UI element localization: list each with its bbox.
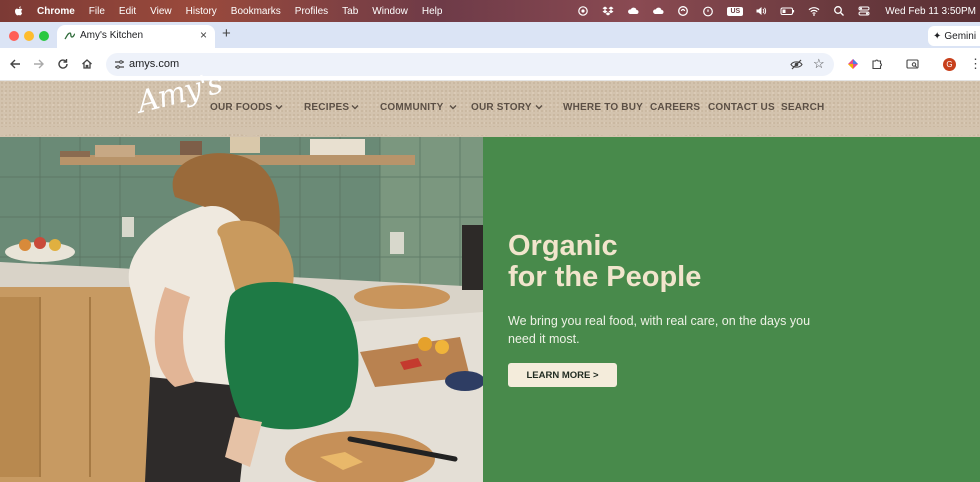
battery-icon[interactable] bbox=[780, 5, 795, 17]
volume-icon[interactable] bbox=[755, 5, 767, 17]
close-window-button[interactable] bbox=[9, 31, 19, 41]
hero-headline: Organic for the People bbox=[508, 231, 701, 293]
control-center-icon[interactable] bbox=[858, 5, 870, 17]
menu-bookmarks[interactable]: Bookmarks bbox=[231, 6, 281, 17]
nav-community[interactable]: COMMUNITY bbox=[380, 102, 443, 113]
forward-arrow-icon[interactable] bbox=[33, 58, 45, 70]
apple-icon[interactable] bbox=[13, 5, 25, 17]
cloud-icon[interactable] bbox=[627, 5, 639, 17]
nav-our-story[interactable]: OUR STORY bbox=[471, 102, 532, 113]
wifi-icon[interactable] bbox=[808, 5, 820, 17]
menu-history[interactable]: History bbox=[186, 6, 217, 17]
openai-icon[interactable] bbox=[577, 5, 589, 17]
menu-bar: Chrome File Edit View History Bookmarks … bbox=[0, 0, 980, 22]
menu-view[interactable]: View bbox=[150, 6, 172, 17]
new-tab-icon[interactable]: + bbox=[222, 25, 231, 42]
cloud-alt-icon[interactable] bbox=[652, 5, 664, 17]
menu-app-chrome[interactable]: Chrome bbox=[37, 6, 75, 17]
extensions-puzzle-icon[interactable] bbox=[871, 58, 883, 70]
menu-window[interactable]: Window bbox=[372, 6, 408, 17]
color-extension-icon[interactable] bbox=[847, 58, 859, 70]
bookmark-star-icon[interactable]: ☆ bbox=[813, 56, 825, 72]
gemini-label: Gemini bbox=[944, 30, 977, 42]
tracking-protection-eye-icon[interactable] bbox=[790, 58, 803, 71]
hero-panel bbox=[483, 137, 980, 482]
creative-cloud-icon[interactable] bbox=[677, 5, 689, 17]
tab-search-icon[interactable] bbox=[906, 58, 919, 70]
nav-contact-us[interactable]: CONTACT US bbox=[708, 102, 775, 113]
chevron-down-icon[interactable] bbox=[275, 104, 283, 110]
gemini-spark-icon: ✦ bbox=[933, 30, 942, 42]
tab-title: Amy's Kitchen bbox=[80, 30, 144, 41]
hero-photo bbox=[0, 137, 483, 482]
nav-search[interactable]: SEARCH bbox=[781, 102, 824, 113]
menu-edit[interactable]: Edit bbox=[119, 6, 136, 17]
tab-close-icon[interactable]: × bbox=[200, 28, 207, 42]
browser-tab-active[interactable]: Amy's Kitchen × bbox=[57, 25, 215, 48]
learn-more-button[interactable]: LEARN MORE > bbox=[508, 363, 617, 387]
zoom-window-button[interactable] bbox=[39, 31, 49, 41]
nav-where-to-buy[interactable]: WHERE TO BUY bbox=[563, 102, 643, 113]
menu-profiles[interactable]: Profiles bbox=[295, 6, 328, 17]
chevron-down-icon[interactable] bbox=[535, 104, 543, 110]
url-text[interactable]: amys.com bbox=[129, 58, 179, 70]
input-source-badge[interactable]: US bbox=[727, 6, 744, 16]
nav-our-foods[interactable]: OUR FOODS bbox=[210, 102, 272, 113]
nav-recipes[interactable]: RECIPES bbox=[304, 102, 349, 113]
profile-avatar[interactable]: G bbox=[943, 58, 956, 71]
dropbox-icon[interactable] bbox=[602, 5, 614, 17]
chevron-down-icon[interactable] bbox=[351, 104, 359, 110]
menu-help[interactable]: Help bbox=[422, 6, 443, 17]
hero-headline-line-2: for the People bbox=[508, 261, 702, 293]
home-icon[interactable] bbox=[81, 58, 93, 70]
nav-careers[interactable]: CAREERS bbox=[650, 102, 700, 113]
menu-tab[interactable]: Tab bbox=[342, 6, 358, 17]
hero-headline-line-1: Organic bbox=[508, 230, 618, 262]
menubar-clock[interactable]: Wed Feb 11 3:50PM bbox=[885, 6, 976, 17]
menu-file[interactable]: File bbox=[89, 6, 105, 17]
back-arrow-icon[interactable] bbox=[9, 58, 21, 70]
minimize-window-button[interactable] bbox=[24, 31, 34, 41]
timer-icon[interactable] bbox=[702, 5, 714, 17]
hero-subtext: We bring you real food, with real care, … bbox=[508, 314, 811, 346]
search-icon[interactable] bbox=[833, 5, 845, 17]
site-settings-icon[interactable] bbox=[114, 59, 125, 70]
reload-icon[interactable] bbox=[57, 58, 69, 70]
browser-menu-icon[interactable]: ⋮ bbox=[969, 56, 980, 72]
amys-favicon-icon bbox=[64, 32, 76, 40]
gemini-button[interactable]: ✦ Gemini bbox=[928, 26, 980, 46]
chevron-down-icon[interactable] bbox=[449, 104, 457, 110]
